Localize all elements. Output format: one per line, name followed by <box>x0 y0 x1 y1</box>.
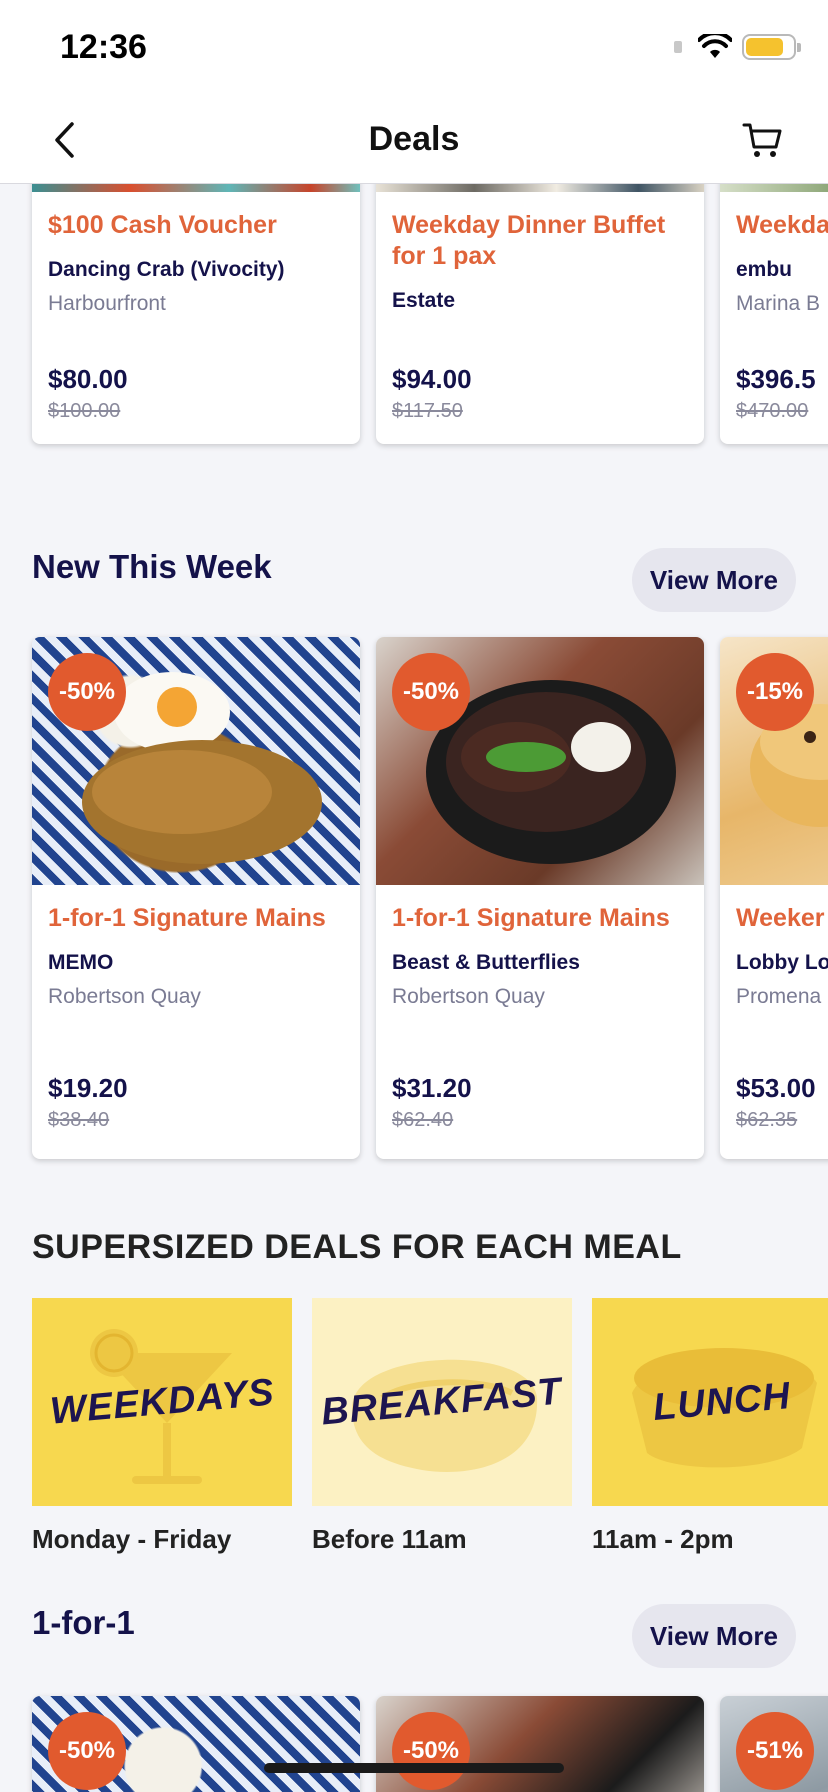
deal-image <box>720 184 828 192</box>
view-more-new-this-week-button[interactable]: View More <box>631 548 796 612</box>
one-for-one-row[interactable]: -50% -50% -51% <box>32 1696 828 1792</box>
deal-original-price: $117.50 <box>392 400 463 422</box>
deal-card[interactable]: -50% 1-for-1 Signature Mains Beast & But… <box>376 637 704 1159</box>
meal-categories-row[interactable]: WEEKDAYS Monday - Friday BREAKFAST Befor… <box>32 1298 828 1555</box>
deal-price: $80.00 <box>48 364 128 394</box>
deal-image: -50% <box>376 1696 704 1792</box>
deal-image: -50% <box>32 1696 360 1792</box>
deal-location: Robertson Quay <box>48 985 201 1008</box>
deal-title: $100 Cash Voucher <box>48 211 277 239</box>
page-title: Deals <box>368 120 460 158</box>
section-title-one-for-one: 1-for-1 <box>32 1604 135 1641</box>
top-deals-row: $100 Cash Voucher Dancing Crab (Vivocity… <box>32 184 828 444</box>
deal-location: Harbourfront <box>48 292 166 315</box>
status-bar: 12:36 <box>0 0 828 96</box>
deal-price: $19.20 <box>48 1073 128 1103</box>
deal-price: $31.20 <box>392 1073 472 1103</box>
discount-badge: -51% <box>736 1712 814 1790</box>
status-time: 12:36 <box>60 28 147 66</box>
deal-original-price: $62.40 <box>392 1109 454 1131</box>
deal-price: $94.00 <box>392 364 472 394</box>
deal-price: $53.00 <box>736 1073 816 1103</box>
battery-icon <box>742 34 801 60</box>
signal-icon <box>674 41 682 53</box>
deals-content[interactable]: $100 Cash Voucher Dancing Crab (Vivocity… <box>0 184 828 1792</box>
cart-icon <box>742 123 782 157</box>
deal-card[interactable]: -51% <box>720 1696 828 1792</box>
deal-image: -50% <box>376 637 704 885</box>
deal-card[interactable]: $100 Cash Voucher Dancing Crab (Vivocity… <box>32 184 360 444</box>
deal-title: Weeker Tea - La <box>736 904 828 932</box>
deal-location: Marina B <box>736 292 821 315</box>
deal-image: -50% <box>32 637 360 885</box>
deal-price: $396.5 <box>736 364 816 394</box>
deal-title: Weekday Dinner Buffet for 1 pax <box>392 211 666 270</box>
discount-badge: -50% <box>392 653 470 731</box>
deal-original-price: $38.40 <box>48 1109 110 1131</box>
discount-badge: -15% <box>736 653 814 731</box>
deal-original-price: $470.00 <box>736 400 809 422</box>
deal-card[interactable]: -15% Weeker Tea - La Lobby Lo The Terra … <box>720 637 828 1159</box>
deal-title: 1-for-1 Signature Mains <box>48 904 326 932</box>
deal-location: Robertson Quay <box>392 985 545 1008</box>
nav-bar: Deals <box>0 96 828 184</box>
deal-original-price: $62.35 <box>736 1109 798 1131</box>
discount-badge: -50% <box>48 1712 126 1790</box>
deal-location: Promena <box>736 985 822 1008</box>
home-indicator[interactable] <box>264 1763 564 1773</box>
deal-title: Weekday Dinner <box>736 211 828 239</box>
wifi-icon <box>698 34 732 58</box>
discount-badge: -50% <box>48 653 126 731</box>
meal-tile: WEEKDAYS <box>32 1298 292 1506</box>
deal-merchant: Dancing Crab (Vivocity) <box>48 258 285 281</box>
deal-title: 1-for-1 Signature Mains <box>392 904 670 932</box>
meal-tile: BREAKFAST <box>312 1298 572 1506</box>
deal-merchant: embu <box>736 258 793 281</box>
deal-merchant: MEMO <box>48 951 114 974</box>
meal-category-lunch[interactable]: LUNCH 11am - 2pm <box>592 1298 828 1555</box>
status-icons <box>674 34 801 60</box>
deal-image: -51% <box>720 1696 828 1792</box>
cart-button[interactable] <box>738 116 786 164</box>
deal-original-price: $100.00 <box>48 400 121 422</box>
meal-category-breakfast[interactable]: BREAKFAST Before 11am <box>312 1298 572 1555</box>
deal-card[interactable]: -50% 1-for-1 Signature Mains MEMO Robert… <box>32 637 360 1159</box>
deal-image <box>32 184 360 192</box>
new-this-week-row[interactable]: -50% 1-for-1 Signature Mains MEMO Robert… <box>32 637 828 1159</box>
meal-category-weekdays[interactable]: WEEKDAYS Monday - Friday <box>32 1298 292 1555</box>
section-title-supersized: SUPERSIZED DEALS FOR EACH MEAL <box>32 1228 682 1266</box>
deal-card[interactable]: -50% <box>376 1696 704 1792</box>
deal-merchant: Lobby Lo The Terra <box>736 951 828 974</box>
discount-badge: -50% <box>392 1712 470 1790</box>
section-title-new-this-week: New This Week <box>32 548 272 585</box>
meal-caption: Before 11am <box>312 1524 467 1554</box>
deal-card[interactable]: Weekday Dinner Buffet for 1 pax Estate $… <box>376 184 704 444</box>
meal-caption: Monday - Friday <box>32 1524 232 1554</box>
view-more-one-for-one-button[interactable]: View More <box>631 1604 796 1668</box>
meal-tile: LUNCH <box>592 1298 828 1506</box>
deal-merchant: Beast & Butterflies <box>392 951 580 974</box>
deal-card[interactable]: -50% <box>32 1696 360 1792</box>
deal-card[interactable]: Weekday Dinner embu Marina B $396.5 $470… <box>720 184 828 444</box>
deal-image: -15% <box>720 637 828 885</box>
deal-image <box>376 184 704 192</box>
meal-caption: 11am - 2pm <box>592 1524 734 1554</box>
deal-merchant: Estate <box>392 289 456 312</box>
